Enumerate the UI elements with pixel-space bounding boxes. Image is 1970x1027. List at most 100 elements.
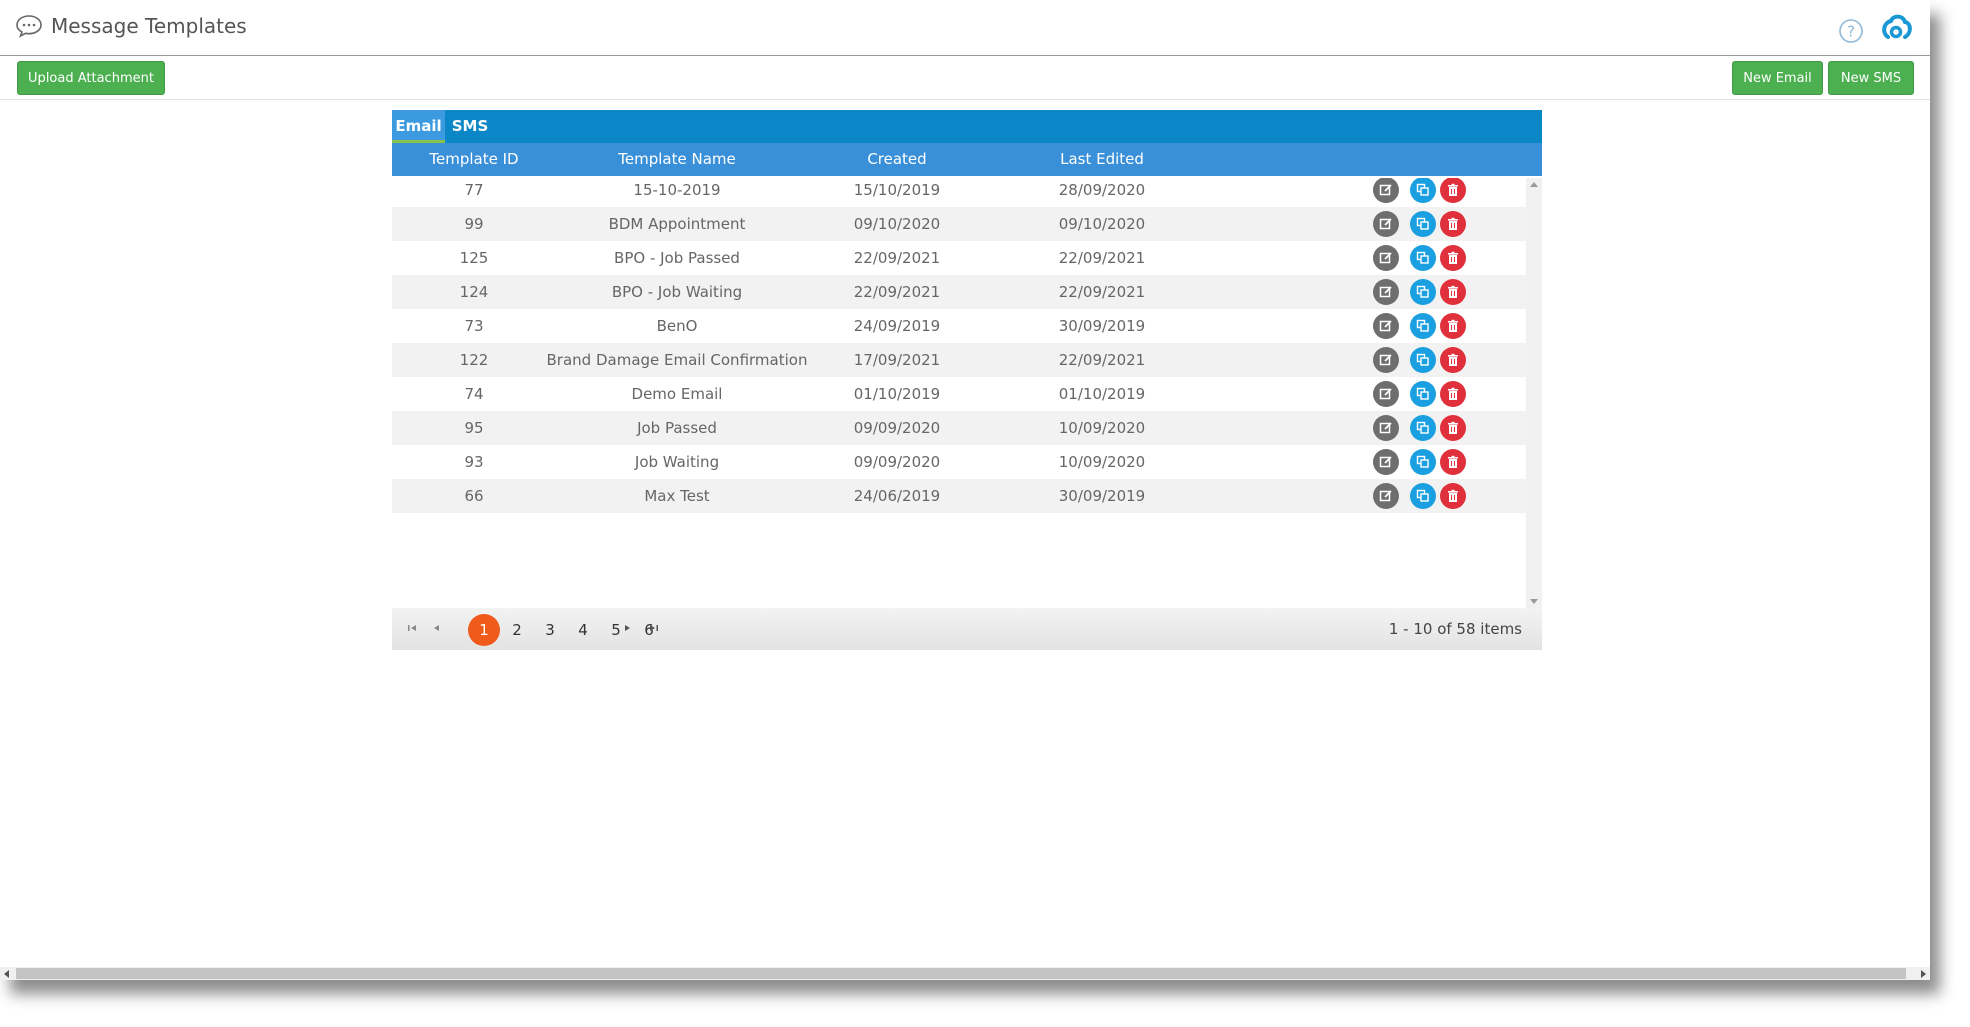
- column-header-template-id[interactable]: Template ID: [412, 143, 536, 176]
- next-page-icon[interactable]: [620, 621, 634, 635]
- cell-last-edited: 30/09/2019: [1058, 317, 1146, 335]
- page-number-2[interactable]: 2: [501, 614, 533, 646]
- edit-button[interactable]: [1373, 347, 1399, 373]
- delete-button[interactable]: [1440, 245, 1466, 271]
- cell-last-edited: 10/09/2020: [1058, 453, 1146, 471]
- previous-page-icon[interactable]: [430, 621, 444, 635]
- copy-button[interactable]: [1410, 415, 1436, 441]
- new-email-button[interactable]: New Email: [1732, 61, 1823, 95]
- copy-icon: [1416, 319, 1430, 333]
- edit-button[interactable]: [1373, 245, 1399, 271]
- edit-button[interactable]: [1373, 178, 1399, 203]
- trash-icon: [1446, 183, 1460, 197]
- trash-icon: [1446, 319, 1460, 333]
- page-number-4[interactable]: 4: [567, 614, 599, 646]
- cell-template-name: BDM Appointment: [608, 215, 746, 233]
- table-row[interactable]: 73 BenO 24/09/2019 30/09/2019: [392, 309, 1526, 343]
- edit-button[interactable]: [1373, 449, 1399, 475]
- help-icon[interactable]: ?: [1838, 18, 1864, 44]
- delete-button[interactable]: [1440, 178, 1466, 203]
- scroll-down-icon[interactable]: [1530, 599, 1538, 604]
- templates-grid: Email SMS Template ID Template Name Crea…: [392, 110, 1542, 650]
- app-logo-icon[interactable]: [1879, 11, 1913, 45]
- table-row[interactable]: 124 BPO - Job Waiting 22/09/2021 22/09/2021: [392, 275, 1526, 309]
- copy-button[interactable]: [1410, 449, 1436, 475]
- cell-created: 09/10/2020: [853, 215, 941, 233]
- table-header: Template ID Template Name Created Last E…: [392, 143, 1542, 176]
- upload-attachment-button[interactable]: Upload Attachment: [17, 61, 165, 95]
- copy-button[interactable]: [1410, 178, 1436, 203]
- trash-icon: [1446, 421, 1460, 435]
- edit-icon: [1379, 387, 1393, 401]
- table-row[interactable]: 122 Brand Damage Email Confirmation 17/09/…: [392, 343, 1526, 377]
- copy-button[interactable]: [1410, 381, 1436, 407]
- scroll-up-icon[interactable]: [1530, 182, 1538, 187]
- table-row[interactable]: 66 Max Test 24/06/2019 30/09/2019: [392, 479, 1526, 513]
- copy-button[interactable]: [1410, 245, 1436, 271]
- table-row[interactable]: 93 Job Waiting 09/09/2020 10/09/2020: [392, 445, 1526, 479]
- edit-button[interactable]: [1373, 279, 1399, 305]
- trash-icon: [1446, 455, 1460, 469]
- scroll-left-icon[interactable]: [4, 970, 9, 978]
- table-row[interactable]: 99 BDM Appointment 09/10/2020 09/10/2020: [392, 207, 1526, 241]
- edit-button[interactable]: [1373, 211, 1399, 237]
- cell-last-edited: 10/09/2020: [1058, 419, 1146, 437]
- table-row[interactable]: 95 Job Passed 09/09/2020 10/09/2020: [392, 411, 1526, 445]
- copy-button[interactable]: [1410, 279, 1436, 305]
- copy-button[interactable]: [1410, 211, 1436, 237]
- cell-template-id: 125: [459, 249, 489, 267]
- edit-button[interactable]: [1373, 483, 1399, 509]
- delete-button[interactable]: [1440, 483, 1466, 509]
- table-row[interactable]: 125 BPO - Job Passed 22/09/2021 22/09/2021: [392, 241, 1526, 275]
- cell-template-id: 66: [464, 487, 484, 505]
- cell-template-id: 74: [464, 385, 484, 403]
- edit-icon: [1379, 455, 1393, 469]
- cell-last-edited: 28/09/2020: [1058, 181, 1146, 199]
- edit-icon: [1379, 285, 1393, 299]
- delete-button[interactable]: [1440, 347, 1466, 373]
- delete-button[interactable]: [1440, 449, 1466, 475]
- copy-icon: [1416, 183, 1430, 197]
- delete-button[interactable]: [1440, 415, 1466, 441]
- page-number-1[interactable]: 1: [468, 614, 500, 646]
- delete-button[interactable]: [1440, 381, 1466, 407]
- cell-template-id: 124: [459, 283, 489, 301]
- scroll-right-icon[interactable]: [1921, 970, 1926, 978]
- horizontal-scrollbar[interactable]: [0, 967, 1930, 980]
- page-number-3[interactable]: 3: [534, 614, 566, 646]
- new-sms-button[interactable]: New SMS: [1828, 61, 1914, 95]
- column-header-created[interactable]: Created: [812, 143, 982, 176]
- trash-icon: [1446, 251, 1460, 265]
- column-header-template-name[interactable]: Template Name: [542, 143, 812, 176]
- delete-button[interactable]: [1440, 279, 1466, 305]
- trash-icon: [1446, 217, 1460, 231]
- copy-button[interactable]: [1410, 313, 1436, 339]
- table-row[interactable]: 77 15-10-2019 15/10/2019 28/09/2020: [392, 178, 1526, 207]
- cell-template-name: BPO - Job Waiting: [611, 283, 743, 301]
- first-page-icon[interactable]: [405, 621, 419, 635]
- copy-button[interactable]: [1410, 347, 1436, 373]
- vertical-scrollbar[interactable]: [1526, 178, 1542, 608]
- cell-created: 01/10/2019: [853, 385, 941, 403]
- delete-button[interactable]: [1440, 313, 1466, 339]
- cell-template-name: Job Passed: [637, 419, 717, 437]
- edit-button[interactable]: [1373, 313, 1399, 339]
- edit-icon: [1379, 421, 1393, 435]
- tab-sms[interactable]: SMS: [445, 110, 495, 143]
- copy-button[interactable]: [1410, 483, 1436, 509]
- cell-last-edited: 22/09/2021: [1058, 351, 1146, 369]
- cell-template-id: 93: [464, 453, 484, 471]
- tab-email[interactable]: Email: [392, 110, 445, 143]
- cell-template-id: 73: [464, 317, 484, 335]
- edit-button[interactable]: [1373, 415, 1399, 441]
- edit-button[interactable]: [1373, 381, 1399, 407]
- cell-created: 09/09/2020: [853, 453, 941, 471]
- scrollbar-thumb[interactable]: [16, 968, 1906, 979]
- trash-icon: [1446, 387, 1460, 401]
- last-page-icon[interactable]: [647, 621, 661, 635]
- column-header-last-edited[interactable]: Last Edited: [982, 143, 1222, 176]
- delete-button[interactable]: [1440, 211, 1466, 237]
- copy-icon: [1416, 387, 1430, 401]
- table-row[interactable]: 74 Demo Email 01/10/2019 01/10/2019: [392, 377, 1526, 411]
- cell-template-name: BenO: [656, 317, 698, 335]
